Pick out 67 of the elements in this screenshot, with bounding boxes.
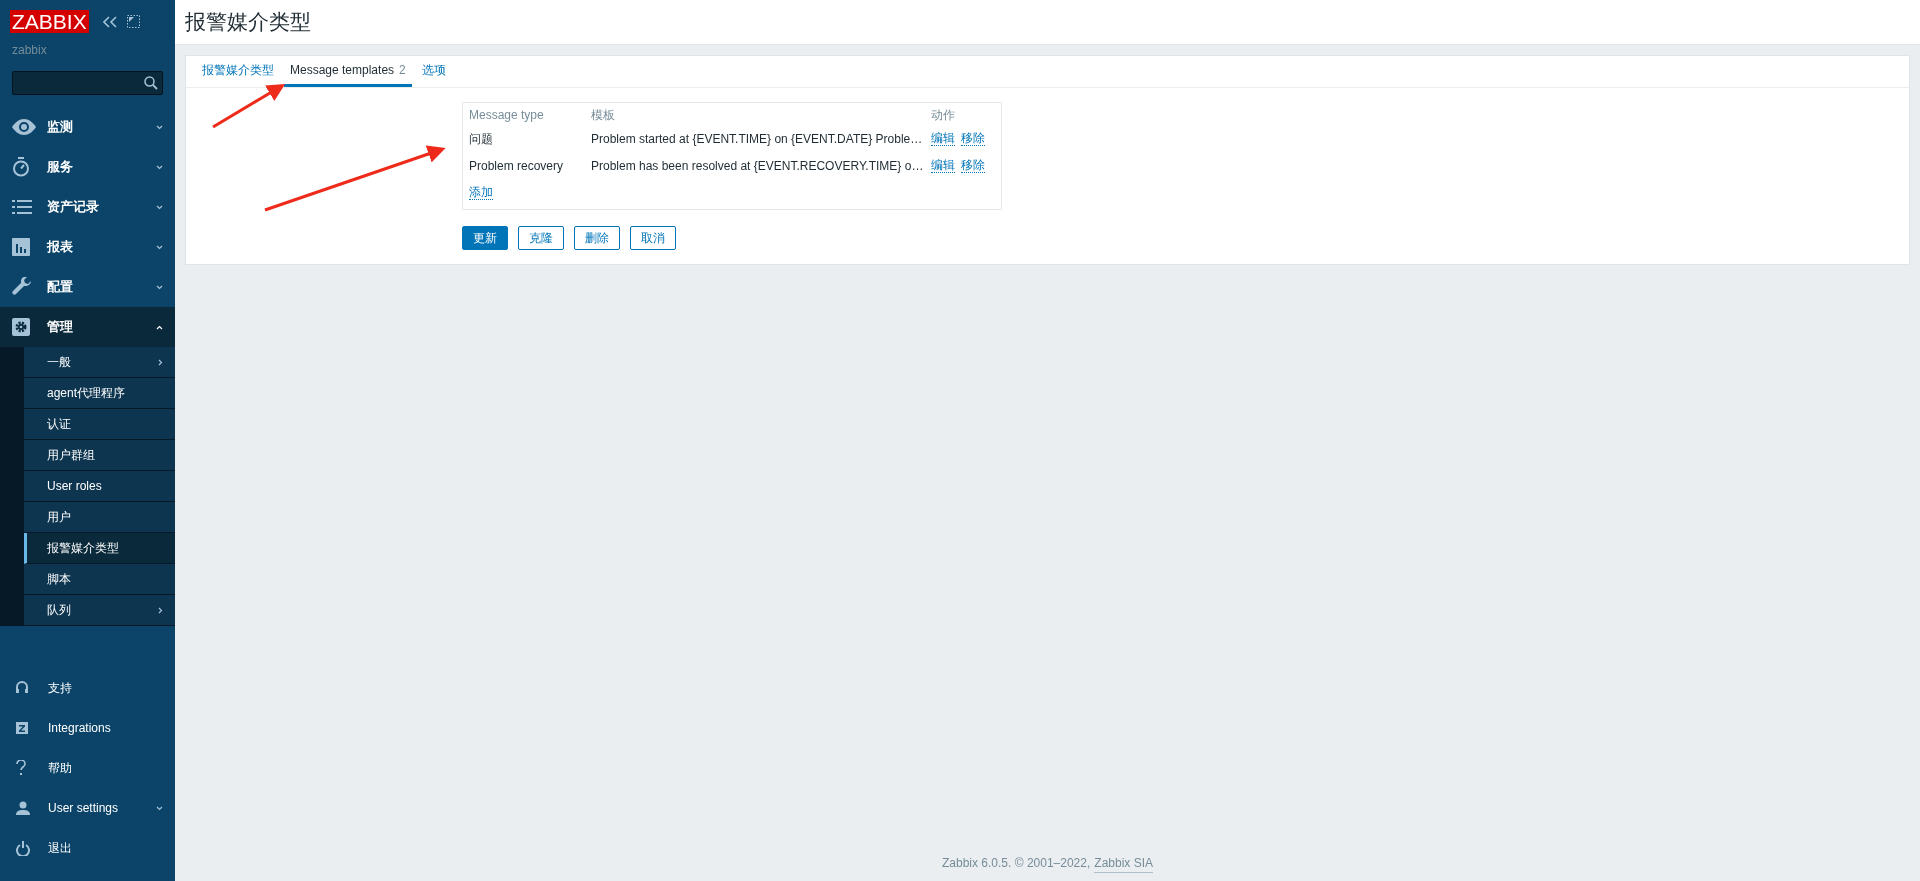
action-link[interactable]: 编辑 — [931, 131, 955, 146]
gear-icon — [12, 318, 30, 336]
user-icon — [16, 801, 30, 815]
action-link[interactable]: 编辑 — [931, 158, 955, 173]
chevron-right-icon — [158, 606, 163, 614]
eye-icon — [12, 119, 36, 135]
server-name: zabbix — [11, 42, 48, 59]
form-button[interactable]: 更新 — [462, 226, 508, 250]
tab[interactable]: 报警媒介类型 — [196, 55, 280, 87]
column-header: 动作 — [931, 107, 956, 124]
footer-text: Zabbix 6.0.5. © 2001–2022, — [942, 855, 1091, 872]
submenu-item[interactable]: 报警媒介类型 — [24, 533, 175, 564]
chevron-right-icon — [158, 358, 163, 366]
submenu-item[interactable]: agent代理程序 — [24, 378, 175, 409]
menu-item[interactable]: 管理 — [0, 307, 175, 347]
menu-item[interactable]: 支持 — [0, 668, 175, 708]
page-title: 报警媒介类型 — [185, 9, 311, 36]
column-header: Message type — [469, 107, 545, 124]
menu-item[interactable]: 帮助 — [0, 748, 175, 788]
bar-chart-icon — [12, 238, 30, 256]
submenu-item[interactable]: 脚本 — [24, 564, 175, 595]
kiosk-mode-icon[interactable] — [126, 15, 140, 28]
table-cell-text: Problem started at {EVENT.TIME} on {EVENT.DATE} Proble… — [591, 130, 924, 148]
chevron-down-icon — [156, 204, 163, 210]
power-icon — [16, 840, 30, 856]
form-button[interactable]: 克隆 — [518, 226, 564, 250]
chevron-down-icon — [156, 124, 163, 130]
menu-item[interactable]: 退出 — [0, 828, 175, 868]
tab[interactable]: Message templates 2 — [284, 55, 412, 87]
submenu-item[interactable]: 一般 — [24, 347, 175, 378]
menu-item[interactable]: Integrations — [0, 708, 175, 748]
chevron-up-icon — [156, 324, 163, 330]
chevron-down-icon — [156, 284, 163, 290]
tab[interactable]: 选项 — [415, 55, 452, 87]
menu-item[interactable]: 配置 — [0, 267, 175, 307]
table-cell-text: Problem has been resolved at {EVENT.RECOVERY.TIME} o… — [591, 157, 925, 175]
chevron-down-icon — [156, 805, 163, 811]
chevron-down-icon — [156, 164, 163, 170]
search-icon[interactable] — [144, 76, 158, 90]
list-icon — [12, 200, 32, 214]
chevron-down-icon — [156, 244, 163, 250]
headset-icon — [16, 681, 28, 695]
form-button[interactable]: 删除 — [574, 226, 620, 250]
search-field[interactable] — [12, 71, 163, 95]
collapse-icon[interactable] — [102, 15, 117, 28]
submenu-item[interactable]: User roles — [24, 471, 175, 502]
stopwatch-icon — [12, 157, 30, 177]
submenu-item[interactable]: 用户 — [24, 502, 175, 533]
action-link[interactable]: 移除 — [961, 131, 985, 146]
table-cell-text: Problem recovery — [469, 157, 565, 175]
z-logo-icon — [16, 722, 28, 734]
form-button[interactable]: 取消 — [630, 226, 676, 250]
menu-item[interactable]: 资产记录 — [0, 187, 175, 227]
menu-item[interactable]: 服务 — [0, 147, 175, 187]
column-header: 模板 — [591, 107, 616, 124]
logo[interactable]: ZABBIX — [10, 10, 89, 33]
submenu-item[interactable]: 队列 — [24, 595, 175, 626]
question-icon — [16, 760, 26, 776]
wrench-icon — [12, 277, 32, 297]
submenu-item[interactable]: 用户群组 — [24, 440, 175, 471]
submenu-item[interactable]: 认证 — [24, 409, 175, 440]
add-link[interactable]: 添加 — [469, 185, 493, 200]
table-cell-text: 问题 — [469, 130, 494, 148]
action-link[interactable]: 移除 — [961, 158, 985, 173]
menu-item[interactable]: 报表 — [0, 227, 175, 267]
menu-item[interactable]: User settings — [0, 788, 175, 828]
menu-item[interactable]: 监测 — [0, 107, 175, 147]
